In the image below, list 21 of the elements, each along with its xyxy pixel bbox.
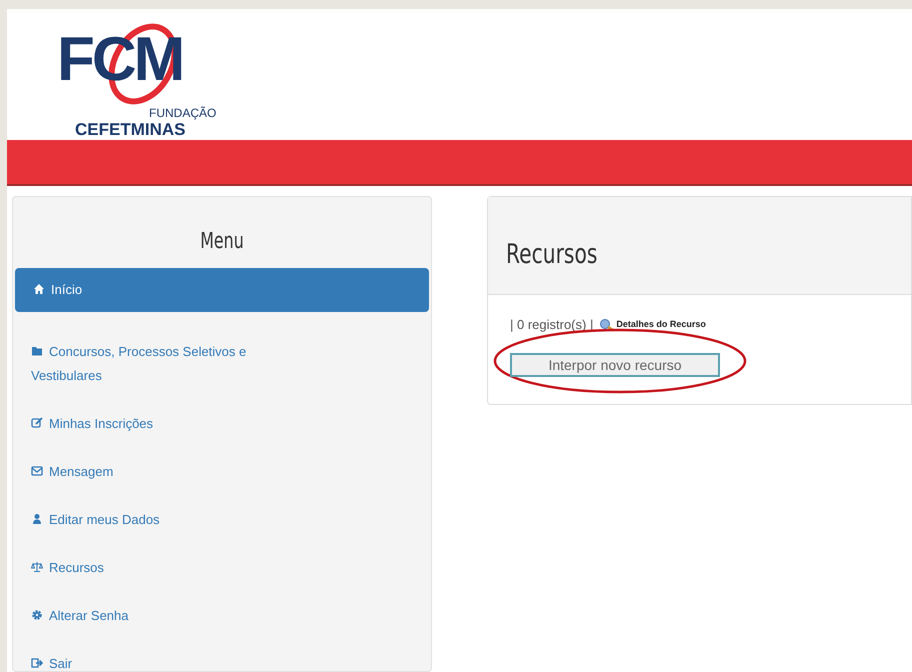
edit-icon — [31, 416, 43, 428]
home-icon — [33, 283, 45, 295]
menu-item[interactable]: Recursos — [13, 544, 313, 592]
menu-item[interactable]: Mensagem — [13, 448, 313, 496]
magnifier-icon — [599, 318, 614, 331]
panel-title: Recursos — [506, 238, 598, 272]
scale-icon — [31, 560, 43, 572]
menu-item[interactable]: Sair — [13, 640, 313, 672]
user-icon — [31, 512, 43, 524]
menu-item[interactable]: Editar meus Dados — [13, 496, 313, 544]
gear-icon — [31, 608, 43, 620]
folder-icon — [31, 344, 43, 356]
sidebar-title: Menu — [199, 228, 245, 256]
menu-item[interactable]: Concursos, Processos Seletivos e Vestibulares — [13, 328, 313, 400]
menu-item[interactable]: Minhas Inscrições — [13, 400, 313, 448]
sign-out-icon — [31, 656, 43, 668]
menu-item[interactable]: Início — [15, 268, 429, 312]
new-appeal-button[interactable]: Interpor novo recurso — [510, 352, 720, 376]
envelope-icon — [31, 464, 43, 476]
menu-item[interactable]: Alterar Senha — [13, 592, 313, 640]
details-link[interactable]: Detalhes do Recurso — [599, 318, 706, 332]
